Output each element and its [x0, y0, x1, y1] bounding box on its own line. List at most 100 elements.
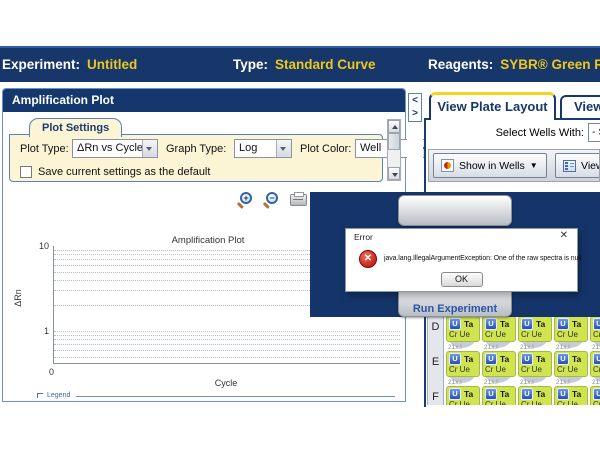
error-icon: ✕: [359, 250, 377, 268]
well-detail-text: Cr Ue: [557, 365, 585, 374]
well-content: UTaCr Ue: [590, 351, 600, 377]
reagents-field: Reagents:SYBR® Green R: [428, 57, 600, 72]
gridline: [54, 339, 400, 340]
plate-well[interactable]: 21x.lUTaCr Ue: [446, 317, 480, 344]
plot-zoom-toolbar: + −: [235, 192, 315, 210]
select-wells-label: Select Wells With:: [462, 127, 584, 139]
plate-well[interactable]: 21x.lUTaCr Ue: [554, 317, 588, 344]
ok-button[interactable]: OK: [441, 272, 483, 287]
well-detail-text: Cr Ue: [485, 330, 513, 339]
legend-collapse-icon[interactable]: [37, 393, 43, 398]
zoom-out-icon[interactable]: −: [266, 192, 279, 205]
settings-scrollbar[interactable]: [387, 119, 401, 181]
type-label: Type:: [233, 57, 268, 72]
show-in-wells-button[interactable]: Show in Wells ▼: [433, 153, 547, 178]
well-content: UTaCr Ue: [554, 386, 588, 405]
plate-well[interactable]: 21x.lUTaCr Ue: [446, 379, 480, 405]
chevron-down-icon[interactable]: [276, 140, 291, 157]
save-default-row: Save current settings as the default: [20, 166, 210, 178]
tab-view-plate-layout[interactable]: View Plate Layout: [429, 92, 556, 120]
well-detail-text: Cr Ue: [449, 365, 477, 374]
well-detail-text: Cr Ue: [521, 400, 549, 405]
graph-type-select[interactable]: Log: [234, 139, 292, 158]
task-unknown-icon: U: [485, 388, 497, 400]
tab-plot-settings[interactable]: Plot Settings: [29, 118, 122, 137]
plot-type-select[interactable]: ΔRn vs Cycle: [72, 139, 158, 158]
well-sample-text: 21x.l: [592, 344, 600, 351]
scroll-down-icon[interactable]: [388, 167, 400, 180]
well-content: UTaCr Ue: [446, 386, 480, 405]
close-icon[interactable]: ✕: [560, 231, 568, 241]
task-unknown-icon: U: [521, 353, 533, 365]
experiment-value: Untitled: [87, 57, 137, 72]
well-target-text: Ta: [464, 319, 473, 329]
wizard-button-1[interactable]: [398, 195, 512, 226]
well-target-text: Ta: [500, 354, 509, 364]
experiment-header-bar: Experiment:Untitled Type:Standard Curve …: [0, 46, 600, 82]
well-detail-text: Cr Ue: [557, 330, 585, 339]
plot-settings-group: Plot Settings Plot Type: ΔRn vs Cycle Gr…: [9, 118, 383, 182]
plate-layout-grid: 21x.lUTaCr Ue21x.lUTaCr Ue21x.lUTaCr Ue2…: [426, 317, 600, 405]
plate-row-label: F: [427, 391, 444, 403]
reagents-value: SYBR® Green R: [500, 57, 600, 72]
well-target-text: Ta: [464, 389, 473, 399]
view-legend-icon: [563, 160, 576, 172]
plate-well[interactable]: 21x.lUTaCr Ue: [590, 344, 600, 379]
well-target-text: Ta: [500, 319, 509, 329]
chevron-down-icon[interactable]: [142, 140, 157, 157]
scrollbar-thumb[interactable]: [388, 133, 400, 150]
task-unknown-icon: U: [557, 353, 569, 365]
well-detail-text: Cr Ue: [485, 400, 513, 405]
gridline: [54, 344, 400, 345]
tab-view-well-table[interactable]: View: [560, 95, 600, 118]
collapse-left-icon[interactable]: <: [409, 94, 421, 107]
well-sample-text: 21x.l: [484, 379, 498, 386]
plot-settings-box: Plot Type: ΔRn vs Cycle Graph Type: Log …: [9, 134, 383, 182]
well-target-text: Ta: [572, 354, 581, 364]
view-legend-button[interactable]: View L: [555, 153, 600, 178]
select-wells-dropdown[interactable]: - S: [588, 123, 600, 142]
well-content: UTaCr Ue: [590, 386, 600, 405]
type-field: Type: Standard Curve: [233, 57, 376, 72]
plate-well[interactable]: 21x.lUTaCr Ue: [554, 379, 588, 405]
error-dialog-title: Error: [354, 232, 373, 242]
well-content: UTaCr Ue: [446, 317, 480, 342]
well-content: UTaCr Ue: [482, 351, 516, 377]
scroll-up-icon[interactable]: [388, 120, 400, 133]
print-icon[interactable]: [290, 194, 307, 206]
task-unknown-icon: U: [557, 388, 569, 400]
save-default-checkbox[interactable]: [20, 166, 32, 178]
y-axis-tick: 10: [31, 241, 49, 251]
well-target-text: Ta: [536, 319, 545, 329]
plot-type-label: Plot Type:: [20, 143, 69, 155]
panel-title: Amplification Plot: [3, 89, 405, 112]
zoom-in-icon[interactable]: +: [240, 192, 253, 205]
legend-section[interactable]: Legend: [37, 392, 395, 399]
plate-well[interactable]: 21x.lUTaCr Ue: [590, 317, 600, 344]
plate-well[interactable]: 21x.lUTaCr Ue: [590, 379, 600, 405]
well-detail-text: Cr Ue: [449, 330, 477, 339]
well-content: UTaCr Ue: [554, 317, 588, 342]
well-target-text: Ta: [536, 354, 545, 364]
plate-well[interactable]: 21x.lUTaCr Ue: [482, 379, 516, 405]
plate-row-label: D: [427, 321, 444, 333]
error-message: java.lang.IllegalArgumentException: One …: [384, 255, 581, 262]
plate-well[interactable]: 21x.l UTaCr Ue: [554, 344, 588, 379]
plate-well[interactable]: 21x.lUTaCr Ue: [518, 317, 552, 344]
well-detail-text: Cr Ue: [449, 400, 477, 405]
well-sample-text: 21x.l: [556, 344, 570, 351]
well-target-text: Ta: [464, 354, 473, 364]
legend-label: Legend: [47, 392, 70, 399]
type-value: Standard Curve: [275, 57, 376, 72]
well-content: UTaCr Ue: [590, 317, 600, 342]
x-axis-label: Cycle: [53, 378, 399, 388]
plate-well[interactable]: 21x.lUTaCr Ue: [482, 317, 516, 344]
well-sample-text: 21x.l: [448, 344, 462, 351]
plate-well[interactable]: 21x.lUTaCr Ue: [518, 344, 552, 379]
plate-well[interactable]: 21x.lUTaCr Ue: [518, 379, 552, 405]
plate-well[interactable]: 21x.l UTaCr Ue: [446, 344, 480, 379]
well-detail-text: Cr Ue: [593, 330, 600, 339]
task-unknown-icon: U: [449, 353, 461, 365]
plate-well[interactable]: 21x.lUTaCr Ue: [482, 344, 516, 379]
expand-right-icon[interactable]: >: [409, 107, 421, 120]
